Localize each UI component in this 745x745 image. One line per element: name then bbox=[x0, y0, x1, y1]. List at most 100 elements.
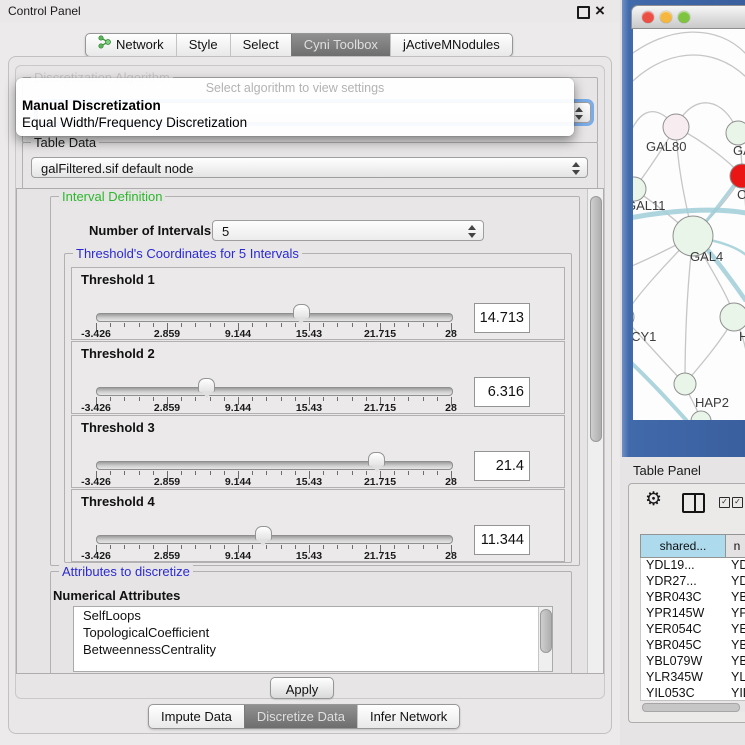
threshold-3-slider-handle[interactable] bbox=[368, 452, 385, 466]
apply-button[interactable]: Apply bbox=[270, 677, 334, 699]
network-node-gal80[interactable] bbox=[663, 114, 689, 140]
threshold-4-slider-track[interactable] bbox=[96, 535, 453, 544]
popup-item-equal-width-frequency-discretization[interactable]: Equal Width/Frequency Discretization bbox=[22, 115, 247, 130]
network-node-h[interactable] bbox=[720, 303, 745, 331]
attributes-scrollbar[interactable] bbox=[538, 607, 552, 671]
tab-infer-network-label: Infer Network bbox=[370, 706, 447, 728]
spinner-stepper-icon bbox=[468, 225, 476, 238]
tick-mark bbox=[352, 323, 353, 327]
column-header-n[interactable]: n bbox=[726, 535, 745, 557]
tab-style[interactable]: Style bbox=[176, 34, 230, 56]
popup-item-manual-discretization[interactable]: Manual Discretization bbox=[22, 98, 161, 113]
tick-label: 15.43 bbox=[296, 402, 322, 414]
tab-discretize-data[interactable]: Discretize Data bbox=[244, 705, 357, 728]
split-columns-icon[interactable] bbox=[682, 493, 705, 513]
column-header-shared[interactable]: shared... bbox=[641, 535, 726, 557]
settings-gear-icon[interactable]: ⚙ bbox=[645, 490, 662, 509]
table-row[interactable]: YDR27...YDR2 bbox=[641, 574, 745, 590]
tab-impute-data[interactable]: Impute Data bbox=[149, 705, 244, 728]
tick-mark bbox=[110, 471, 111, 475]
threshold-2-slider-handle[interactable] bbox=[198, 378, 215, 392]
numerical-attributes-list: SelfLoopsTopologicalCoefficientBetweenne… bbox=[73, 606, 553, 672]
close-icon[interactable]: × bbox=[595, 1, 605, 21]
float-icon[interactable] bbox=[577, 6, 590, 19]
table-data-combo[interactable]: galFiltered.sif default node bbox=[31, 157, 588, 178]
tick-mark bbox=[437, 545, 438, 549]
threshold-3-value-field[interactable]: 21.4 bbox=[474, 451, 530, 481]
threshold-1-slider-track[interactable] bbox=[96, 313, 453, 322]
attribute-item-selfloops[interactable]: SelfLoops bbox=[74, 607, 552, 624]
window-zoom-traffic-icon[interactable] bbox=[678, 11, 690, 23]
table-row[interactable]: YER054CYER0 bbox=[641, 622, 745, 638]
tick-mark bbox=[139, 471, 140, 475]
tick-mark bbox=[252, 545, 253, 549]
network-node-ga[interactable] bbox=[726, 121, 745, 145]
table-cell: YLR345W bbox=[641, 670, 726, 686]
network-icon bbox=[98, 34, 111, 56]
threshold-row-threshold-3: Threshold 3-3.4262.8599.14415.4321.71528… bbox=[71, 415, 565, 488]
table-row[interactable]: YBL079WYBL0 bbox=[641, 654, 745, 670]
attribute-item-betweennesscentrality[interactable]: BetweennessCentrality bbox=[74, 641, 552, 658]
table-row[interactable]: YBR045CYBR0 bbox=[641, 638, 745, 654]
tick-mark bbox=[337, 545, 338, 549]
table-data-group: Table Data galFiltered.sif default node bbox=[22, 142, 598, 190]
tick-mark bbox=[124, 471, 125, 475]
checkbox-icon[interactable]: ✓ bbox=[719, 497, 730, 508]
tick-label: 21.715 bbox=[364, 328, 396, 340]
threshold-2-label: Threshold 2 bbox=[81, 346, 155, 361]
table-row[interactable]: YBR043CYBR0 bbox=[641, 590, 745, 606]
table-row[interactable]: YLR345WYLR3 bbox=[641, 670, 745, 686]
tick-label: -3.426 bbox=[81, 402, 111, 414]
tick-mark bbox=[394, 397, 395, 401]
table-cell: YPR145W bbox=[641, 606, 726, 622]
window-close-traffic-icon[interactable] bbox=[642, 11, 654, 23]
threshold-2-slider-track[interactable] bbox=[96, 387, 453, 396]
threshold-3-slider-track[interactable] bbox=[96, 461, 453, 470]
number-of-intervals-spinner[interactable]: 5 bbox=[212, 220, 484, 241]
threshold-1-slider-handle[interactable] bbox=[293, 304, 310, 318]
tick-mark bbox=[266, 323, 267, 327]
horizontal-scrollbar[interactable] bbox=[640, 700, 745, 712]
tick-mark bbox=[281, 397, 282, 401]
checkbox-icon[interactable]: ✓ bbox=[732, 497, 743, 508]
tick-mark bbox=[139, 397, 140, 401]
horizontal-scrollbar-thumb[interactable] bbox=[642, 703, 740, 712]
tick-mark bbox=[153, 397, 154, 401]
network-window-titlebar bbox=[631, 5, 745, 29]
threshold-2-value-field[interactable]: 6.316 bbox=[474, 377, 530, 407]
tab-network-label: Network bbox=[116, 34, 164, 56]
vertical-scrollbar[interactable] bbox=[587, 189, 603, 673]
tick-label: 2.859 bbox=[154, 550, 180, 562]
node-label: GA bbox=[733, 143, 745, 158]
tick-mark bbox=[423, 323, 424, 327]
tab-jactivemnodules[interactable]: jActiveMNodules bbox=[390, 34, 512, 56]
tab-select[interactable]: Select bbox=[230, 34, 291, 56]
tick-label: 9.144 bbox=[225, 550, 251, 562]
network-node-red-node[interactable] bbox=[730, 164, 745, 188]
table-row[interactable]: YPR145WYPR1 bbox=[641, 606, 745, 622]
table-row[interactable]: YDL19...YDL1 bbox=[641, 558, 745, 574]
network-node-hap2[interactable] bbox=[674, 373, 696, 395]
vertical-scrollbar-thumb[interactable] bbox=[590, 196, 602, 442]
tick-mark bbox=[210, 545, 211, 549]
tab-cyni-toolbox[interactable]: Cyni Toolbox bbox=[291, 34, 390, 56]
threshold-4-slider-handle[interactable] bbox=[255, 526, 272, 540]
tab-infer-network[interactable]: Infer Network bbox=[357, 705, 459, 728]
control-panel: Control Panel × NetworkStyleSelectCyni T… bbox=[0, 0, 620, 745]
network-node-gcy1[interactable] bbox=[633, 306, 634, 328]
tick-label: 28 bbox=[445, 550, 457, 562]
tick-mark bbox=[366, 545, 367, 549]
attribute-item-topologicalcoefficient[interactable]: TopologicalCoefficient bbox=[74, 624, 552, 641]
attributes-group: Attributes to discretize Numerical Attri… bbox=[50, 571, 572, 674]
threshold-4-value-field[interactable]: 11.344 bbox=[474, 525, 530, 555]
tab-network[interactable]: Network bbox=[86, 34, 176, 56]
threshold-1-value-field[interactable]: 14.713 bbox=[474, 303, 530, 333]
node-label: GAL11 bbox=[633, 198, 666, 213]
attributes-scrollbar-thumb[interactable] bbox=[540, 609, 552, 653]
network-node-bottom-node[interactable] bbox=[691, 411, 711, 420]
network-canvas[interactable]: GAL80GACGAL11GAL4GCY1HHAP2 bbox=[633, 29, 745, 420]
window-minimize-traffic-icon[interactable] bbox=[660, 11, 672, 23]
table-cell: YBR0 bbox=[726, 638, 745, 654]
tick-mark bbox=[423, 471, 424, 475]
tick-label: 2.859 bbox=[154, 328, 180, 340]
